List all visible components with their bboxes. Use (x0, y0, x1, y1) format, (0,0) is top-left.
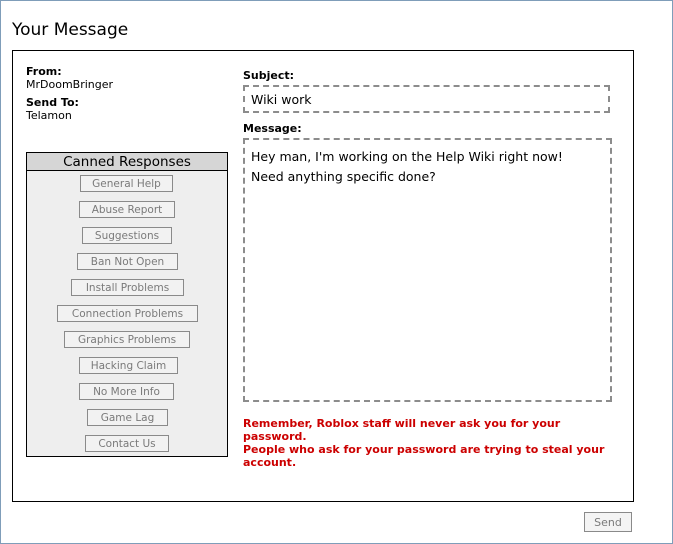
from-label: From: (26, 65, 62, 78)
password-warning: Remember, Roblox staff will never ask yo… (243, 417, 613, 469)
from-value: MrDoomBringer (26, 78, 114, 91)
page-title: Your Message (12, 20, 129, 40)
message-label: Message: (243, 122, 302, 135)
send-to-value: Telamon (26, 109, 72, 122)
message-panel: From: MrDoomBringer Send To: Telamon Can… (12, 50, 634, 502)
canned-general-help-button[interactable]: General Help (80, 175, 173, 192)
canned-contact-us-button[interactable]: Contact Us (85, 435, 169, 452)
canned-no-more-info-button[interactable]: No More Info (79, 383, 174, 400)
canned-suggestions-button[interactable]: Suggestions (82, 227, 172, 244)
subject-label: Subject: (243, 69, 295, 82)
canned-responses-title: Canned Responses (27, 153, 227, 171)
canned-hacking-claim-button[interactable]: Hacking Claim (79, 357, 178, 374)
canned-install-problems-button[interactable]: Install Problems (71, 279, 184, 296)
password-warning-line-1: Remember, Roblox staff will never ask yo… (243, 417, 561, 443)
canned-responses-box: Canned Responses General Help Abuse Repo… (26, 152, 228, 457)
subject-input[interactable]: Wiki work (243, 85, 610, 113)
message-textarea[interactable]: Hey man, I'm working on the Help Wiki ri… (243, 138, 612, 402)
canned-game-lag-button[interactable]: Game Lag (87, 409, 168, 426)
canned-graphics-problems-button[interactable]: Graphics Problems (64, 331, 190, 348)
send-to-label: Send To: (26, 96, 79, 109)
canned-ban-not-open-button[interactable]: Ban Not Open (77, 253, 178, 270)
canned-connection-problems-button[interactable]: Connection Problems (57, 305, 198, 322)
password-warning-line-2: People who ask for your password are try… (243, 443, 605, 469)
send-button[interactable]: Send (584, 512, 632, 532)
canned-abuse-report-button[interactable]: Abuse Report (79, 201, 175, 218)
